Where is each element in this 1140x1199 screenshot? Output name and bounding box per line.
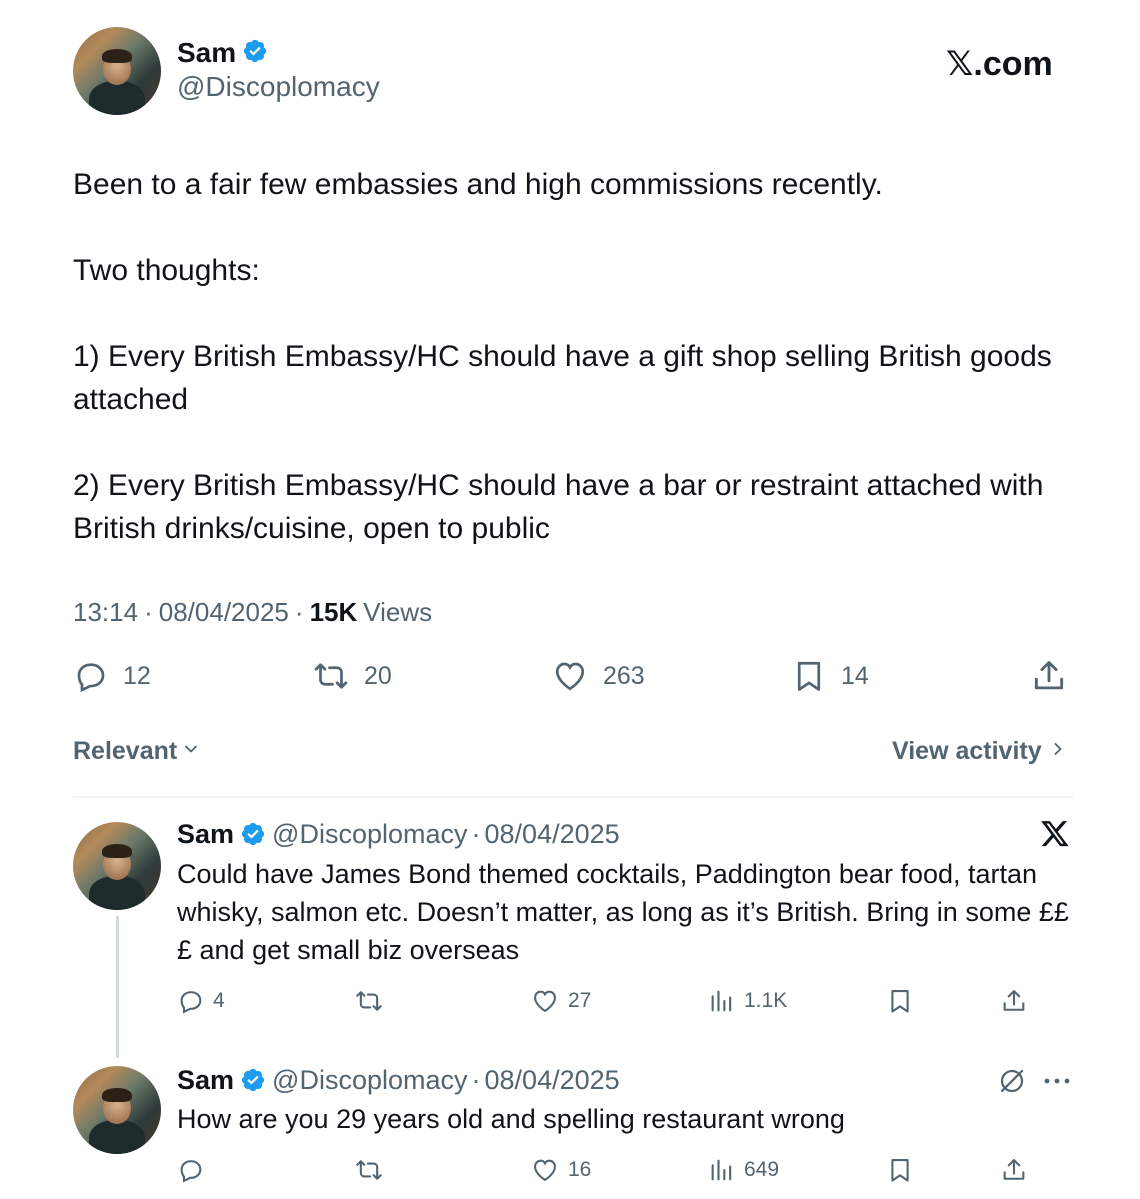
like-count: 27 (568, 989, 592, 1012)
verified-badge-icon (242, 38, 268, 69)
reply-avatar[interactable] (73, 822, 161, 910)
like-count: 16 (568, 1158, 592, 1181)
share-icon (1030, 657, 1068, 695)
bookmark-icon (886, 987, 914, 1015)
reply-button[interactable]: 12 (73, 656, 151, 696)
tweet-time[interactable]: 13:14 (73, 596, 138, 628)
repost-button[interactable]: 20 (312, 656, 392, 696)
views-count: 1.1K (744, 989, 788, 1012)
more-options-icon[interactable] (1042, 1074, 1072, 1092)
repost-icon (354, 987, 384, 1015)
thread-connector-line (116, 916, 119, 1058)
share-button[interactable] (1000, 986, 1028, 1016)
bookmark-button[interactable] (886, 1155, 914, 1185)
meta-separator: · (471, 1064, 481, 1095)
repost-count: 20 (364, 661, 392, 690)
x-com-brand: 𝕏.com (946, 45, 1053, 83)
tweet-meta: 13:14 · 08/04/2025 · 15K Views (73, 596, 432, 628)
view-activity-link[interactable]: View activity (892, 737, 1068, 766)
grok-icon[interactable] (997, 1066, 1027, 1101)
views-count: 649 (744, 1158, 780, 1181)
analytics-icon (708, 987, 736, 1015)
share-button[interactable] (1000, 1155, 1028, 1185)
sort-dropdown[interactable]: Relevant (73, 737, 201, 766)
analytics-icon (708, 1156, 736, 1184)
reply-count: 12 (123, 661, 151, 690)
reply-icon (177, 987, 205, 1015)
reply-author-name[interactable]: Sam (177, 819, 234, 850)
views-button[interactable]: 649 (708, 1155, 779, 1185)
like-button[interactable]: 16 (530, 1155, 591, 1185)
author-name-row: Sam (177, 36, 268, 70)
verified-badge-icon (240, 1067, 266, 1093)
sort-label: Relevant (73, 737, 178, 765)
reply-date[interactable]: 08/04/2025 (485, 819, 620, 850)
views-button[interactable]: 1.1K (708, 986, 787, 1016)
reply-author-name[interactable]: Sam (177, 1065, 234, 1096)
meta-separator: · (144, 597, 153, 627)
views-label: Views (363, 597, 433, 627)
author-name[interactable]: Sam (177, 37, 236, 69)
chevron-right-icon (1048, 737, 1068, 766)
share-icon (1000, 1156, 1028, 1184)
chevron-down-icon (181, 737, 201, 766)
reply-icon (177, 1156, 205, 1184)
repost-button[interactable] (354, 1155, 392, 1185)
share-button[interactable] (1030, 656, 1068, 696)
tweet-body: Been to a fair few embassies and high co… (73, 168, 1052, 545)
repost-button[interactable] (354, 986, 392, 1016)
repost-icon (354, 1156, 384, 1184)
author-avatar[interactable] (73, 27, 161, 115)
reply-header: Sam @Discoplomacy · 08/04/2025 (177, 817, 620, 851)
section-divider (73, 796, 1073, 798)
bookmark-button[interactable]: 14 (791, 656, 869, 696)
reply-body: Could have James Bond themed cocktails, … (177, 859, 1069, 965)
bookmark-count: 14 (841, 661, 869, 690)
bookmark-icon (791, 658, 827, 694)
meta-separator: · (294, 597, 304, 627)
view-activity-label: View activity (892, 737, 1042, 765)
reply-author-handle[interactable]: @Discoplomacy (272, 1065, 467, 1096)
heart-icon (530, 987, 560, 1015)
bookmark-icon (886, 1156, 914, 1184)
reply-button[interactable]: 4 (177, 986, 225, 1016)
like-count: 263 (603, 661, 645, 690)
reply-author-handle[interactable]: @Discoplomacy (272, 819, 467, 850)
reply-header: Sam @Discoplomacy · 08/04/2025 (177, 1063, 620, 1097)
x-logo-icon (1040, 818, 1070, 853)
tweet-date[interactable]: 08/04/2025 (159, 596, 289, 628)
reply-body: How are you 29 years old and spelling re… (177, 1104, 845, 1134)
reply-date[interactable]: 08/04/2025 (485, 1065, 620, 1096)
meta-separator: · (471, 818, 481, 849)
reply-icon (73, 658, 109, 694)
heart-icon (530, 1156, 560, 1184)
author-handle[interactable]: @Discoplomacy (177, 70, 380, 104)
repost-icon (312, 658, 350, 694)
like-button[interactable]: 27 (530, 986, 591, 1016)
heart-icon (551, 658, 589, 694)
share-icon (1000, 987, 1028, 1015)
reply-button[interactable] (177, 1155, 213, 1185)
reply-count: 4 (213, 989, 225, 1012)
bookmark-button[interactable] (886, 986, 914, 1016)
verified-badge-icon (240, 821, 266, 847)
like-button[interactable]: 263 (551, 656, 645, 696)
views-count[interactable]: 15K (310, 596, 358, 628)
reply-avatar[interactable] (73, 1066, 161, 1154)
